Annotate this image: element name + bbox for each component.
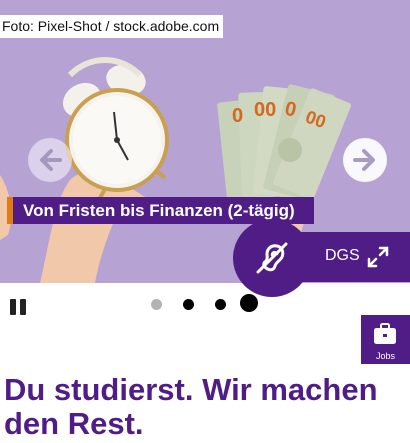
- sign-language-label: DGS: [325, 247, 360, 264]
- hearing-impaired-icon: [256, 242, 288, 274]
- svg-text:00: 00: [254, 99, 276, 121]
- arrow-left-icon: [40, 149, 62, 171]
- previous-slide-button[interactable]: [28, 138, 72, 182]
- hearing-accessibility-button[interactable]: [233, 219, 311, 297]
- jobs-button[interactable]: Jobs: [361, 315, 410, 364]
- slide-dot-1[interactable]: [151, 299, 162, 310]
- slide-dot-4-active[interactable]: [240, 294, 258, 312]
- expand-icon[interactable]: [367, 246, 389, 268]
- slide-dot-3[interactable]: [215, 299, 226, 310]
- briefcase-icon: [374, 323, 396, 344]
- svg-text:0: 0: [232, 105, 243, 127]
- photo-credit: Foto: Pixel-Shot / stock.adobe.com: [0, 15, 224, 38]
- slide-dot-2[interactable]: [183, 299, 194, 310]
- arrow-right-icon: [353, 149, 375, 171]
- next-slide-button[interactable]: [343, 138, 387, 182]
- pause-button[interactable]: [9, 298, 27, 316]
- page-headline: Du studierst. Wir machen den Rest.: [4, 372, 378, 441]
- pause-icon: [10, 299, 26, 315]
- jobs-label: Jobs: [375, 351, 395, 361]
